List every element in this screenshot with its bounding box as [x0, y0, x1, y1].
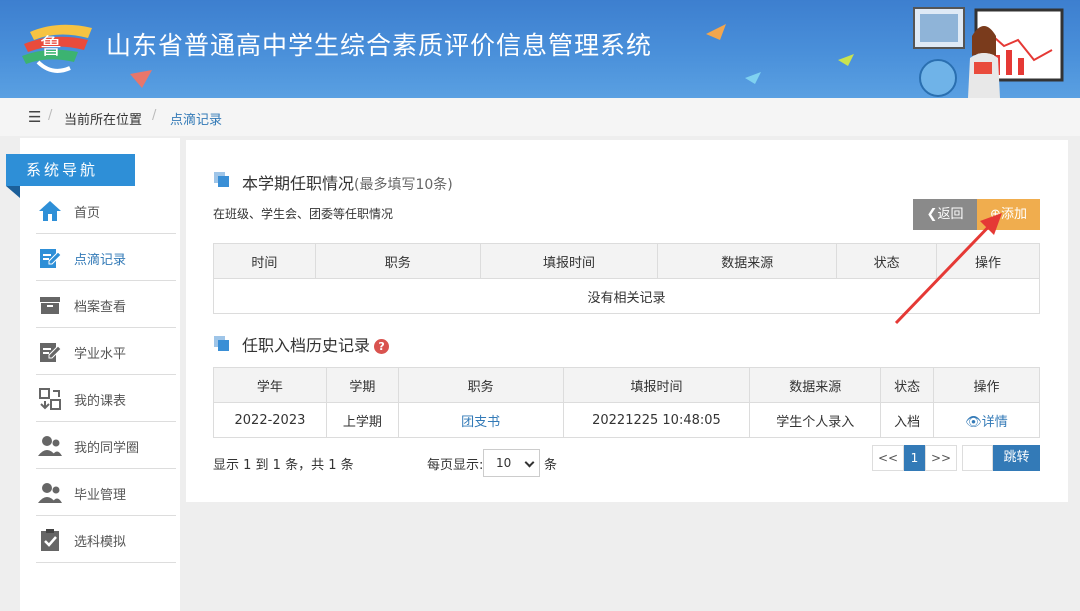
decoration-arrow-icon: [130, 70, 152, 88]
chevron-down-icon: [524, 457, 535, 468]
details-link[interactable]: 👁详情: [933, 402, 1040, 438]
archive-icon: [40, 297, 60, 314]
cell-time: 20221225 10:48:05: [562, 402, 751, 438]
per-page-label: 每页显示:: [427, 458, 484, 473]
column-header[interactable]: 时间: [213, 243, 316, 279]
next-page-button[interactable]: >>: [925, 445, 957, 471]
column-header[interactable]: 学年: [213, 367, 327, 403]
sidebar-item-subject-sim[interactable]: 选科模拟: [36, 516, 176, 563]
system-title: 山东省普通高中学生综合素质评价信息管理系统: [106, 31, 653, 60]
decoration-arrow-icon: [706, 24, 726, 40]
prev-page-button[interactable]: <<: [872, 445, 904, 471]
app-header: 鲁 山东省普通高中学生综合素质评价信息管理系统: [0, 0, 1080, 98]
column-header[interactable]: 状态: [880, 367, 935, 403]
sidebar-item-label: 我的课表: [74, 394, 127, 409]
column-header[interactable]: 学期: [325, 367, 399, 403]
per-page-select[interactable]: 10: [483, 449, 540, 477]
breadcrumb-separator: /: [152, 108, 157, 123]
column-header[interactable]: 数据来源: [749, 367, 882, 403]
decoration-arrow-icon: [838, 54, 854, 66]
sidebar-item-label: 档案查看: [74, 300, 127, 315]
table-row: 没有相关记录: [213, 278, 1040, 314]
back-button[interactable]: ❮返回: [913, 199, 977, 230]
sidebar-item-label: 选科模拟: [74, 535, 127, 550]
users-icon: [38, 436, 62, 456]
per-page-unit: 条: [544, 458, 558, 473]
cell-position-link[interactable]: 团支书: [397, 402, 564, 438]
svg-text:鲁: 鲁: [40, 35, 62, 60]
sidebar-item-classmates[interactable]: 我的同学圈: [36, 422, 176, 469]
sidebar-item-label: 学业水平: [74, 347, 127, 362]
cell-term: 上学期: [325, 402, 399, 438]
current-positions-table: 时间 职务 填报时间 数据来源 状态 操作 没有相关记录: [213, 243, 1040, 314]
header-illustration-icon: [913, 7, 1064, 98]
cell-status: 入档: [880, 402, 935, 438]
section-title-current: 本学期任职情况(最多填写10条): [242, 170, 453, 194]
column-header[interactable]: 职务: [397, 367, 564, 403]
sidebar-item-graduation[interactable]: 毕业管理: [36, 469, 176, 516]
clipboard-check-icon: [41, 529, 59, 551]
table-row: 2022-2023 上学期 团支书 20221225 10:48:05 学生个人…: [213, 402, 1040, 438]
sidebar-heading: 系统导航: [6, 154, 135, 186]
breadcrumb: ☰ / 当前所在位置 / 点滴记录: [0, 98, 1080, 136]
cell-year: 2022-2023: [213, 402, 327, 438]
table-header-row: 学年 学期 职务 填报时间 数据来源 状态 操作: [213, 367, 1040, 403]
schedule-icon: [39, 388, 61, 410]
section-description: 在班级、学生会、团委等任职情况: [213, 207, 394, 221]
decoration-arrow-icon: [745, 72, 761, 84]
sidebar-item-records[interactable]: 点滴记录: [36, 234, 176, 281]
page-1-button[interactable]: 1: [904, 445, 925, 471]
section-title-history: 任职入档历史记录?: [242, 332, 390, 356]
breadcrumb-location-label: 当前所在位置: [64, 113, 143, 128]
add-button[interactable]: ⊕添加: [977, 199, 1040, 230]
breadcrumb-current[interactable]: 点滴记录: [170, 109, 222, 128]
section-marker-icon: [214, 336, 230, 352]
table-header-row: 时间 职务 填报时间 数据来源 状态 操作: [213, 243, 1040, 279]
jump-button[interactable]: 跳转: [993, 445, 1040, 471]
column-header[interactable]: 填报时间: [479, 243, 659, 279]
column-header[interactable]: 职务: [314, 243, 481, 279]
section-subtitle: (最多填写10条): [354, 177, 453, 193]
sidebar: 系统导航 首页 点滴记录 档案查看 学业水平 我的课表 我的同学圈 毕业管理 选…: [6, 138, 180, 611]
help-icon[interactable]: ?: [374, 339, 390, 354]
sidebar-heading-fold: [6, 186, 20, 198]
column-header[interactable]: 数据来源: [657, 243, 838, 279]
home-icon: [39, 201, 61, 221]
back-button-label: 返回: [937, 207, 964, 222]
cell-source: 学生个人录入: [749, 402, 882, 438]
section-marker-icon: [214, 172, 230, 188]
sidebar-item-label: 首页: [74, 206, 101, 221]
column-header[interactable]: 填报时间: [562, 367, 751, 403]
chevron-left-icon: ❮: [926, 207, 938, 222]
plus-circle-icon: ⊕: [990, 207, 1001, 222]
per-page-value: 10: [496, 456, 512, 470]
column-header[interactable]: 操作: [936, 243, 1040, 279]
column-header[interactable]: 状态: [836, 243, 938, 279]
add-button-label: 添加: [1000, 207, 1027, 222]
sidebar-item-label: 毕业管理: [74, 488, 127, 503]
section-title-text: 任职入档历史记录: [242, 336, 371, 355]
details-link-label: 详情: [981, 414, 1008, 430]
sidebar-item-label: 我的同学圈: [74, 441, 140, 456]
edit-icon: [40, 249, 62, 268]
page-jump-input[interactable]: [962, 445, 993, 471]
sidebar-item-academic[interactable]: 学业水平: [36, 328, 176, 375]
hamburger-icon[interactable]: ☰: [28, 108, 41, 126]
sidebar-item-archive[interactable]: 档案查看: [36, 281, 176, 328]
sidebar-item-home[interactable]: 首页: [36, 187, 176, 234]
history-table: 学年 学期 职务 填报时间 数据来源 状态 操作 2022-2023 上学期 团…: [213, 367, 1040, 438]
sidebar-item-schedule[interactable]: 我的课表: [36, 375, 176, 422]
user-group-icon: [38, 483, 62, 503]
eye-icon: 👁: [965, 414, 982, 430]
pagination-info: 显示 1 到 1 条，共 1 条: [213, 458, 354, 473]
sidebar-item-label: 点滴记录: [74, 253, 127, 268]
main-panel: 本学期任职情况(最多填写10条) 在班级、学生会、团委等任职情况 ❮返回 ⊕添加…: [186, 140, 1068, 502]
document-edit-icon: [40, 343, 62, 362]
breadcrumb-separator: /: [48, 108, 53, 123]
column-header[interactable]: 操作: [933, 367, 1040, 403]
empty-message: 没有相关记录: [213, 278, 1040, 314]
logo-icon: 鲁: [22, 24, 92, 73]
section-title-text: 本学期任职情况: [242, 174, 355, 193]
